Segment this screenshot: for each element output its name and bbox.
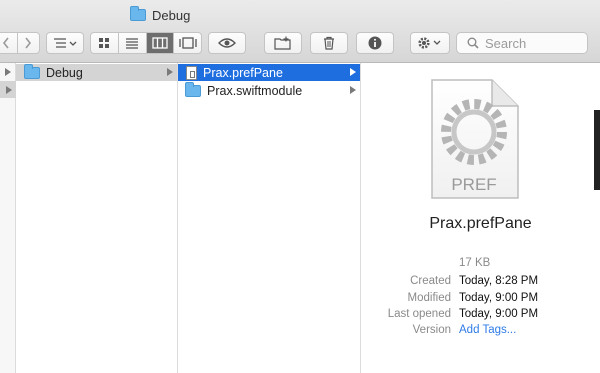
- row-label: Prax.swiftmodule: [207, 83, 303, 98]
- preview-file-name: Prax.prefPane: [429, 215, 532, 232]
- chevron-right-icon: [25, 37, 32, 49]
- trash-button[interactable]: [310, 32, 348, 54]
- forward-button[interactable]: [18, 33, 40, 53]
- disclosure-arrow-icon: [5, 68, 11, 76]
- list-view-icon: [126, 38, 139, 49]
- gear-icon: [418, 37, 441, 49]
- column-view-icon: [152, 37, 168, 49]
- row-label: Prax.prefPane: [203, 65, 283, 80]
- new-folder-icon: [274, 36, 291, 50]
- info-label-modified: Modified: [407, 292, 451, 304]
- folder-icon: [130, 6, 146, 21]
- info-label-version: Version: [412, 324, 451, 336]
- window-title-label: Debug: [152, 7, 191, 23]
- search-icon: [467, 37, 479, 49]
- icon-label: PREF: [451, 175, 496, 194]
- folder-icon: [185, 81, 201, 97]
- back-forward-group: [0, 32, 40, 54]
- prefpane-document-icon: PREF: [431, 79, 519, 199]
- parent-column: [0, 63, 16, 373]
- background-window-edge: [594, 110, 600, 190]
- disclosure-arrow-icon: [350, 86, 356, 94]
- info-icon: [368, 36, 382, 50]
- column-row-debug[interactable]: Debug: [16, 63, 177, 81]
- browser-column-2: Prax.prefPane Prax.swiftmodule: [178, 63, 361, 373]
- eye-icon: [218, 38, 236, 48]
- disclosure-arrow-icon: [167, 68, 173, 76]
- info-label-last-opened: Last opened: [387, 308, 451, 320]
- info-value-last-opened: Today, 9:00 PM: [459, 308, 539, 320]
- parent-selected-row[interactable]: [0, 81, 16, 98]
- chevron-left-icon: [2, 37, 9, 49]
- search-field[interactable]: Search: [456, 32, 588, 54]
- column-row-prax-swiftmodule[interactable]: Prax.swiftmodule: [178, 81, 360, 99]
- row-label: Debug: [46, 65, 83, 80]
- back-button[interactable]: [0, 33, 18, 53]
- group-by-icon: [54, 38, 77, 48]
- file-icon: [186, 65, 197, 80]
- info-value-created: Today, 8:28 PM: [459, 275, 539, 287]
- disclosure-arrow-icon: [6, 86, 12, 94]
- new-folder-button[interactable]: [264, 32, 302, 54]
- window-title: Debug: [130, 6, 190, 24]
- icon-view-icon: [99, 38, 110, 48]
- quicklook-button[interactable]: [208, 32, 246, 54]
- list-view-button[interactable]: [119, 33, 147, 53]
- gallery-view-button[interactable]: [174, 33, 201, 53]
- column-row-prax-prefpane[interactable]: Prax.prefPane: [178, 64, 360, 81]
- get-info-button[interactable]: [356, 32, 394, 54]
- add-tags-link[interactable]: Add Tags...: [459, 324, 516, 336]
- folder-icon: [24, 63, 40, 79]
- disclosure-arrow-icon: [350, 68, 356, 76]
- action-menu-button[interactable]: [410, 32, 450, 54]
- preview-file-size: 17 KB: [459, 257, 491, 269]
- search-placeholder: Search: [485, 35, 527, 51]
- info-value-modified: Today, 9:00 PM: [459, 292, 539, 304]
- view-mode-segmented: [90, 32, 202, 54]
- gallery-view-icon: [178, 37, 197, 49]
- trash-icon: [324, 36, 334, 50]
- info-label-created: Created: [410, 275, 451, 287]
- finder-toolbar: Debug Search: [0, 0, 600, 63]
- icon-view-button[interactable]: [91, 33, 119, 53]
- column-view-button[interactable]: [146, 33, 175, 53]
- group-by-button[interactable]: [46, 32, 84, 54]
- browser-column-1: Debug: [16, 63, 178, 373]
